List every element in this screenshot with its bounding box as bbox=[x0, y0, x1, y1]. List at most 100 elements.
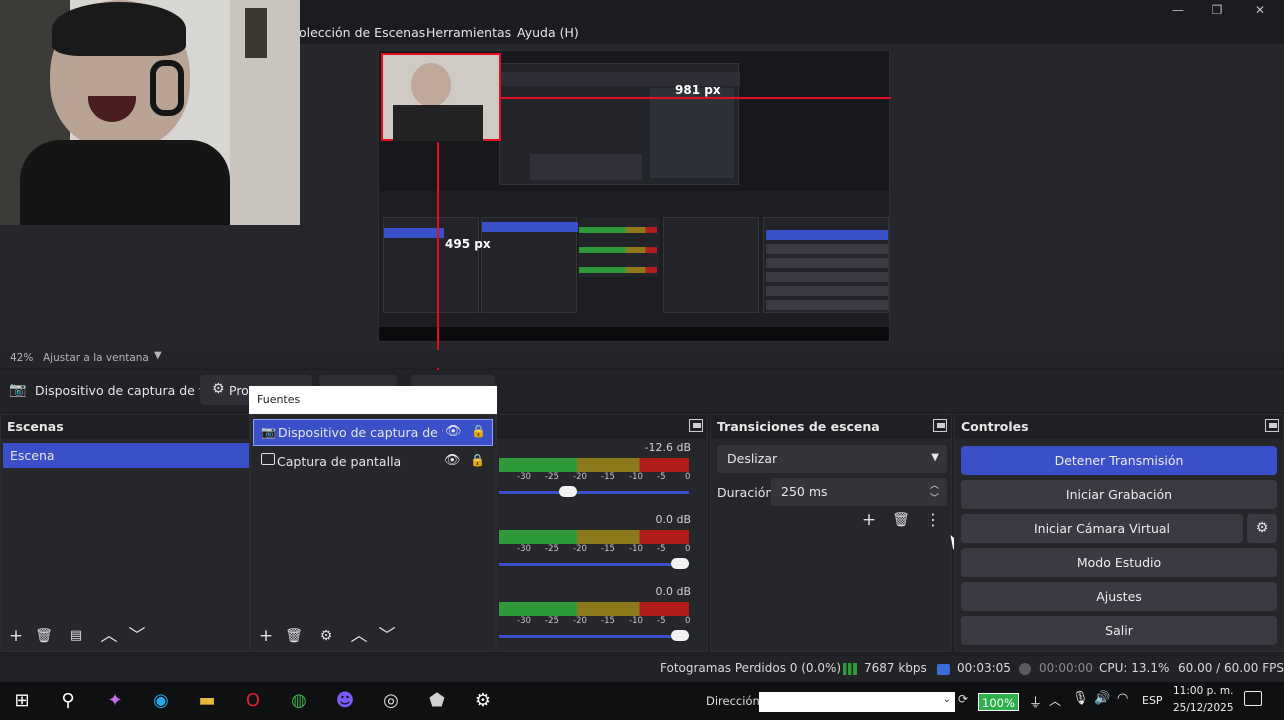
scene-item[interactable]: Escena bbox=[3, 443, 249, 468]
remove-transition-button[interactable]: 🗑 bbox=[889, 509, 913, 531]
zoom-dropdown-icon[interactable]: ▼ bbox=[154, 350, 162, 361]
horizontal-guide-line bbox=[499, 97, 891, 99]
signal-bars-icon bbox=[843, 663, 857, 675]
settings-gear-icon[interactable]: ⚙ bbox=[470, 689, 496, 713]
close-button[interactable]: ✕ bbox=[1248, 1, 1272, 19]
refresh-icon[interactable]: ⟳ bbox=[958, 692, 968, 706]
volume-slider-handle[interactable] bbox=[559, 486, 578, 497]
start-recording-button[interactable]: Iniciar Grabación bbox=[961, 480, 1277, 509]
scene-filters-button[interactable]: ▤ bbox=[64, 625, 88, 647]
record-time: 00:00:00 bbox=[1039, 661, 1093, 675]
eye-icon[interactable]: 👁 bbox=[444, 453, 461, 468]
stop-streaming-button[interactable]: Detener Transmisión bbox=[961, 446, 1277, 475]
settings-button[interactable]: Ajustes bbox=[961, 582, 1277, 611]
scenes-dock: Escenas Escena + 🗑 ▤ ︿ ﹀ bbox=[0, 414, 250, 652]
remove-source-button[interactable]: 🗑 bbox=[282, 625, 306, 647]
undock-icon[interactable] bbox=[933, 419, 947, 432]
volume-slider-track[interactable] bbox=[499, 635, 689, 638]
volume-meter bbox=[499, 530, 689, 544]
remove-scene-button[interactable]: 🗑 bbox=[32, 625, 56, 647]
source-item-screen-capture[interactable]: Captura de pantalla 👁 🔒 bbox=[253, 449, 493, 476]
chevron-down-icon[interactable]: ⌄ bbox=[943, 694, 951, 705]
clock-date[interactable]: 25/12/2025 bbox=[1173, 702, 1234, 714]
show-hidden-icons-chevron[interactable]: ︿ bbox=[1049, 692, 1061, 709]
volume-slider-track[interactable] bbox=[499, 563, 689, 566]
camera-icon: 📷 bbox=[9, 382, 27, 398]
channel-db: 0.0 dB bbox=[655, 513, 691, 526]
spin-down-icon[interactable]: ﹀ bbox=[930, 491, 939, 504]
search-icon[interactable]: ⚲ bbox=[55, 689, 81, 713]
source-toolbar: 📷 Dispositivo de captura de v ⚙ Pro bbox=[0, 370, 1284, 412]
move-source-down-button[interactable]: ﹀ bbox=[375, 625, 399, 647]
eye-icon[interactable]: 👁 bbox=[445, 424, 462, 439]
file-explorer-icon[interactable]: ▬ bbox=[194, 689, 220, 713]
meter-scale-tick: -25 bbox=[545, 616, 559, 626]
menu-tools[interactable]: Herramientas bbox=[426, 25, 511, 40]
sources-dock-title-popup: Fuentes bbox=[249, 386, 497, 414]
lock-icon[interactable]: 🔒 bbox=[470, 453, 485, 467]
mixer-channel: 0.0 dB -30 -25 -20 -15 -10 -5 0 bbox=[497, 513, 707, 579]
virtual-camera-settings-gear-icon[interactable]: ⚙ bbox=[1247, 514, 1277, 543]
wifi-icon[interactable]: ◠ bbox=[1117, 691, 1128, 706]
mixer-channel: -12.6 dB -30 -25 -20 -15 -10 -5 0 bbox=[497, 441, 707, 507]
volume-meter bbox=[499, 602, 689, 616]
volume-slider-track[interactable] bbox=[499, 491, 689, 494]
undock-icon[interactable] bbox=[1265, 419, 1279, 432]
gear-icon: ⚙ bbox=[212, 381, 225, 397]
start-virtual-camera-button[interactable]: Iniciar Cámara Virtual bbox=[961, 514, 1243, 543]
zoom-fit-label[interactable]: Ajustar a la ventana bbox=[43, 352, 149, 364]
move-scene-down-button[interactable]: ﹀ bbox=[125, 625, 149, 647]
scenes-title: Escenas bbox=[1, 415, 249, 439]
minimize-button[interactable]: — bbox=[1166, 1, 1190, 19]
clock-time[interactable]: 11:00 p. m. bbox=[1173, 685, 1234, 697]
language-indicator[interactable]: ESP bbox=[1142, 694, 1163, 707]
add-transition-button[interactable]: + bbox=[857, 509, 881, 531]
microphone-icon[interactable]: 🎙 bbox=[1072, 691, 1089, 706]
transition-select[interactable]: Deslizar ▼ bbox=[717, 445, 947, 473]
studio-mode-button[interactable]: Modo Estudio bbox=[961, 548, 1277, 577]
duration-label: Duración bbox=[717, 485, 774, 500]
chrome-icon[interactable]: ◍ bbox=[286, 689, 312, 713]
transitions-title: Transiciones de escena bbox=[711, 415, 951, 439]
menu-help[interactable]: Ayuda (H) bbox=[517, 25, 579, 40]
undock-icon[interactable] bbox=[689, 419, 703, 432]
exit-button[interactable]: Salir bbox=[961, 616, 1277, 645]
mixer-title bbox=[497, 415, 707, 439]
restore-button[interactable]: ❐ bbox=[1205, 1, 1229, 19]
lock-icon[interactable]: 🔒 bbox=[471, 424, 486, 438]
fps: 60.00 / 60.00 FPS bbox=[1178, 661, 1284, 675]
add-source-button[interactable]: + bbox=[254, 625, 278, 647]
windows-start-icon[interactable]: ⊞ bbox=[9, 689, 35, 713]
spin-up-icon[interactable]: ︿ bbox=[930, 478, 939, 491]
source-properties-button[interactable]: ⚙ bbox=[314, 625, 338, 647]
meter-scale-tick: -30 bbox=[517, 616, 531, 626]
add-scene-button[interactable]: + bbox=[4, 625, 28, 647]
copilot-icon[interactable]: ✦ bbox=[102, 689, 128, 713]
battery-indicator[interactable]: 100% bbox=[978, 693, 1019, 711]
move-source-up-button[interactable]: ︿ bbox=[347, 625, 371, 647]
volume-slider-handle[interactable] bbox=[671, 630, 689, 641]
preview-canvas[interactable] bbox=[378, 50, 890, 342]
nested-taskbar bbox=[379, 327, 889, 341]
duration-spinbox[interactable]: 250 ms ︿ ﹀ bbox=[771, 478, 947, 506]
app-icon[interactable]: ⬟ bbox=[424, 689, 450, 713]
menu-scene-collection[interactable]: olección de Escenas bbox=[299, 25, 425, 40]
move-scene-up-button[interactable]: ︿ bbox=[97, 625, 121, 647]
transition-menu-button[interactable]: ⋮ bbox=[921, 509, 945, 531]
zoom-bar: 42% Ajustar a la ventana ▼ bbox=[0, 350, 1284, 368]
volume-slider-handle[interactable] bbox=[671, 558, 689, 569]
source-item-video-capture[interactable]: 📷 Dispositivo de captura de vídeo 👁 🔒 bbox=[253, 419, 493, 446]
opera-icon[interactable]: O bbox=[240, 689, 266, 713]
meter-scale-tick: -5 bbox=[657, 544, 666, 554]
discord-icon[interactable]: ☻ bbox=[332, 689, 358, 713]
stream-live-icon bbox=[937, 664, 950, 675]
edge-icon[interactable]: ◉ bbox=[148, 689, 174, 713]
selected-source-thumbnail[interactable] bbox=[381, 53, 501, 141]
nested-docks bbox=[379, 191, 889, 327]
obs-icon[interactable]: ◎ bbox=[378, 689, 404, 713]
address-input[interactable]: ⌄ bbox=[759, 692, 955, 712]
source-label: Captura de pantalla bbox=[277, 454, 402, 469]
zoom-percent[interactable]: 42% bbox=[10, 352, 33, 364]
notifications-icon[interactable] bbox=[1244, 691, 1262, 706]
volume-icon[interactable]: 🔊 bbox=[1094, 691, 1110, 706]
